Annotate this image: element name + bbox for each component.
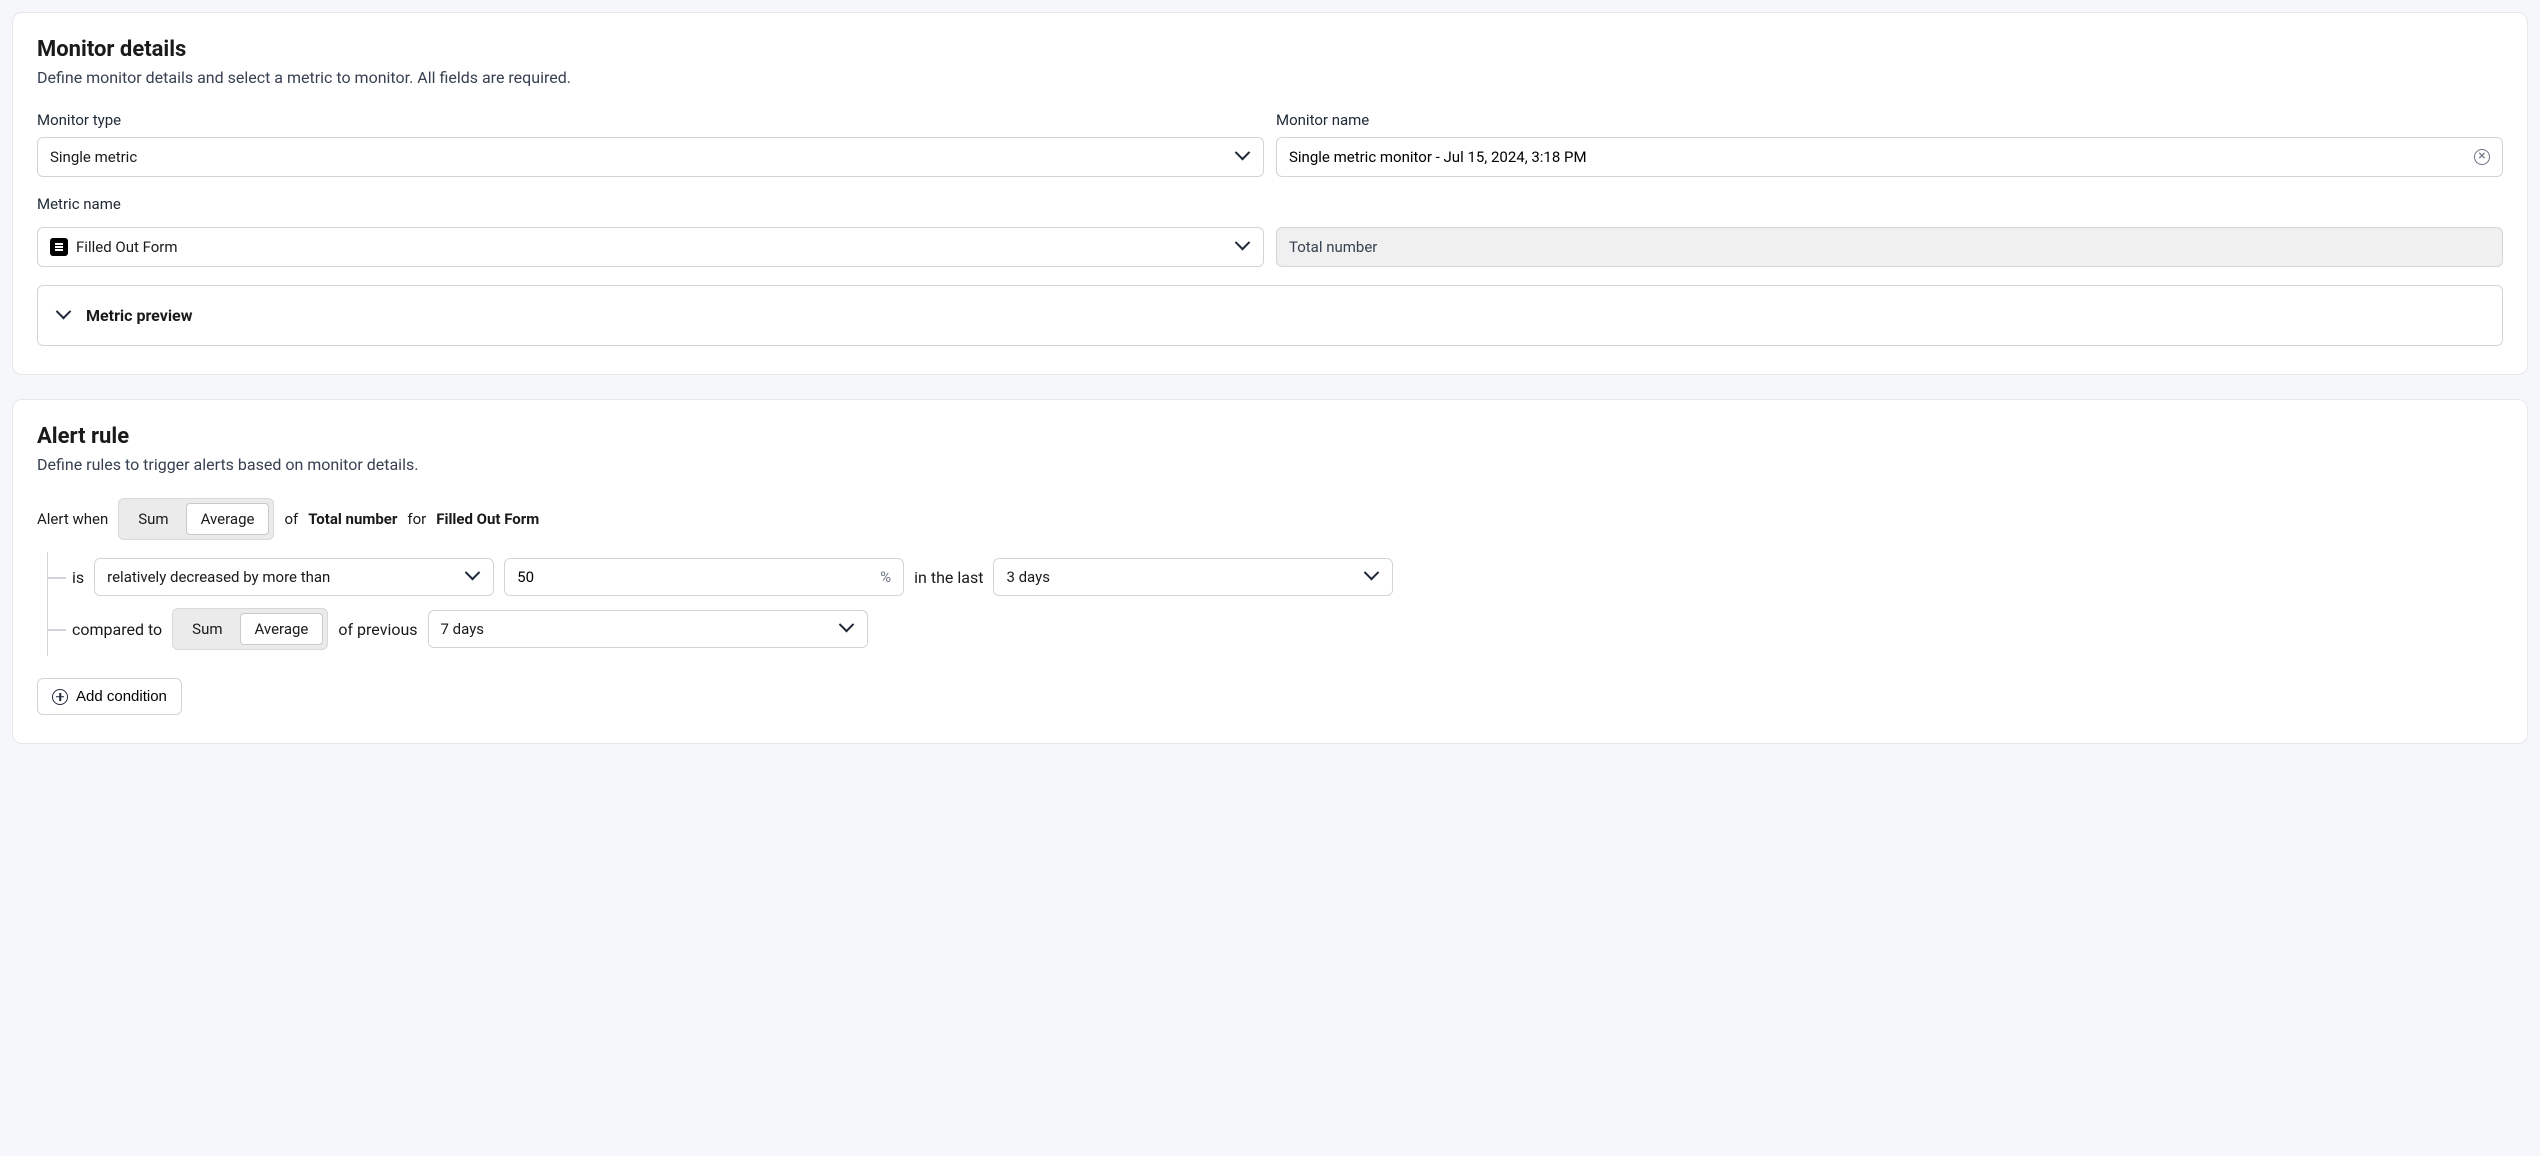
metric-aggregation-display: Total number <box>1276 227 2503 267</box>
metric-preview-label: Metric preview <box>86 306 192 325</box>
metric-name-value: Filled Out Form <box>76 238 178 256</box>
monitor-name-label: Monitor name <box>1276 111 2503 129</box>
current-window-value: 3 days <box>1006 568 1050 586</box>
clear-icon[interactable] <box>2474 149 2490 165</box>
alert-conditions-block: is relatively decreased by more than % i… <box>47 552 2503 656</box>
monitor-name-input[interactable] <box>1276 137 2503 177</box>
threshold-input[interactable]: % <box>504 558 904 596</box>
chevron-down-icon <box>1237 240 1251 254</box>
condition-value: relatively decreased by more than <box>107 568 330 586</box>
compared-to-text: compared to <box>72 620 162 639</box>
metric-name-label: Metric name <box>37 195 1264 213</box>
condition-select[interactable]: relatively decreased by more than <box>94 558 494 596</box>
alert-of-text: of <box>284 510 298 528</box>
previous-window-select[interactable]: 7 days <box>428 610 868 648</box>
compared-to-row: compared to Sum Average of previous 7 da… <box>48 602 2503 656</box>
of-previous-text: of previous <box>338 620 417 639</box>
seg-average[interactable]: Average <box>186 503 270 535</box>
alert-when-line: Alert when Sum Average of Total number f… <box>37 498 2503 540</box>
metric-preview-toggle[interactable]: Metric preview <box>37 285 2503 346</box>
compared-aggregation-toggle[interactable]: Sum Average <box>172 608 328 650</box>
alert-measure: Total number <box>308 510 397 528</box>
monitor-details-card: Monitor details Define monitor details a… <box>12 12 2528 375</box>
metric-source-icon <box>50 238 68 256</box>
chevron-down-icon <box>1366 570 1380 584</box>
chevron-down-icon <box>841 622 855 636</box>
alert-rule-card: Alert rule Define rules to trigger alert… <box>12 399 2528 744</box>
chevron-down-icon <box>58 309 72 323</box>
chevron-down-icon <box>1237 150 1251 164</box>
alert-when-aggregation-toggle[interactable]: Sum Average <box>118 498 274 540</box>
monitor-type-label: Monitor type <box>37 111 1264 129</box>
monitor-name-field[interactable] <box>1289 148 2474 166</box>
alert-for-text: for <box>407 510 426 528</box>
monitor-type-select[interactable]: Single metric <box>37 137 1264 177</box>
metric-name-select[interactable]: Filled Out Form <box>37 227 1264 267</box>
plus-icon <box>52 689 68 705</box>
seg-sum[interactable]: Sum <box>123 503 183 535</box>
monitor-details-description: Define monitor details and select a metr… <box>37 68 2503 87</box>
monitor-type-value: Single metric <box>50 148 1237 166</box>
is-text: is <box>72 568 84 587</box>
in-last-text: in the last <box>914 568 983 587</box>
alert-rule-title: Alert rule <box>37 424 2503 449</box>
metric-aggregation-value: Total number <box>1289 238 1377 256</box>
previous-window-value: 7 days <box>441 620 485 638</box>
monitor-details-title: Monitor details <box>37 37 2503 62</box>
alert-subject: Filled Out Form <box>436 510 539 528</box>
condition-row: is relatively decreased by more than % i… <box>48 552 2503 602</box>
alert-when-prefix: Alert when <box>37 510 108 528</box>
seg-sum[interactable]: Sum <box>177 613 237 645</box>
current-window-select[interactable]: 3 days <box>993 558 1393 596</box>
threshold-field[interactable] <box>517 568 880 586</box>
add-condition-button[interactable]: Add condition <box>37 678 182 715</box>
add-condition-label: Add condition <box>76 688 167 705</box>
alert-rule-description: Define rules to trigger alerts based on … <box>37 455 2503 474</box>
chevron-down-icon <box>467 570 481 584</box>
seg-average[interactable]: Average <box>240 613 324 645</box>
threshold-unit: % <box>880 568 891 586</box>
